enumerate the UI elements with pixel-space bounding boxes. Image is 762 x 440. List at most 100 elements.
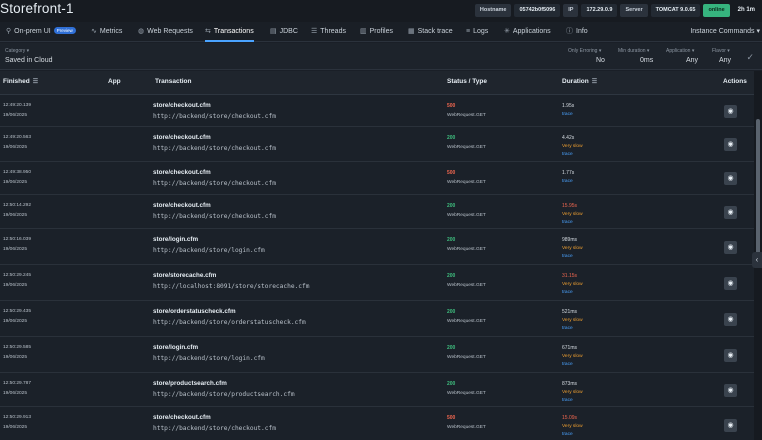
top-bar: Storefront-1 Hostname 05742b0f5096 IP 17… [0,0,762,22]
trace-link[interactable]: trace [562,112,573,117]
sort-icon: ☰ [591,79,598,85]
speed-badge: Very slow [562,212,583,217]
logs-icon: ≡ [466,28,471,35]
hostname-label: Hostname [474,4,512,17]
finished-time: 12:49:20.139 [3,103,32,108]
tab-info[interactable]: ⓘ Info [566,22,588,42]
duration-value: 31.15s [562,273,578,279]
finished-time: 12:50:29.585 [3,345,32,350]
request-type: WebRequest.GET [447,145,486,150]
table-row[interactable]: 12:50:29.787 19/06/2025 store/productsearc… [0,373,754,407]
finished-time: 12:50:16.039 [3,237,32,242]
transaction-url: http://backend/store/checkout.cfm [153,425,276,432]
column-status-type: Status / Type [447,78,487,85]
view-icon[interactable]: ◉ [724,384,737,397]
stack-icon: ▦ [408,28,415,35]
trace-link[interactable]: trace [562,254,573,259]
server-label: Server [620,4,648,17]
view-icon[interactable]: ◉ [724,419,737,432]
erroring-filter-label: Only Erroring ▾ [568,48,602,54]
ip-label: IP [563,4,579,17]
speed-badge: Very slow [562,318,583,323]
nav-bar: ⚲ On-prem UI Preview ∿ Metrics ◍ Web Request… [0,22,762,42]
status-code: 200 [447,203,456,209]
tab-on-prem-ui[interactable]: ⚲ On-prem UI Preview [6,22,76,42]
duration-value: 521ms [562,309,578,315]
chevron-down-icon: ▾ [756,28,760,35]
trace-link[interactable]: trace [562,290,573,295]
column-transaction: Transaction [155,78,192,85]
column-finished[interactable]: Finished ☰ [3,78,38,85]
tab-profiles[interactable]: ▥ Profiles [360,22,393,42]
flavor-filter-label: Flavor ▾ [712,48,730,54]
category-filter-label: Category ▾ [5,48,30,54]
transactions-icon: ⇆ [205,28,211,35]
view-icon[interactable]: ◉ [724,138,737,151]
transaction-url: http://backend/store/login.cfm [153,247,265,254]
status-code: 200 [447,237,456,243]
table-row[interactable]: 12:49:20.563 19/06/2025 store/checkout.cfm… [0,127,754,162]
info-icon: ⓘ [566,28,573,35]
server-value: TOMCAT 9.0.65 [650,4,701,17]
duration-value: 1.95s [562,103,575,109]
finished-time: 12:50:29.913 [3,415,32,420]
tab-label: Threads [320,28,346,35]
table-row[interactable]: 12:50:29.435 19/06/2025 store/orderstatusc… [0,301,754,337]
speed-badge: Very slow [562,282,583,287]
status-code: 200 [447,381,456,387]
application-filter[interactable]: Any [686,57,698,64]
table-row[interactable]: 12:50:14.292 19/06/2025 store/checkout.cfm… [0,195,754,229]
table-row[interactable]: 12:50:29.245 19/06/2025 store/storecache.c… [0,265,754,301]
table-row[interactable]: 12:50:16.039 19/06/2025 store/login.cfm htt… [0,229,754,265]
tab-stack-trace[interactable]: ▦ Stack trace [408,22,453,42]
view-icon[interactable]: ◉ [724,206,737,219]
view-icon[interactable]: ◉ [724,241,737,254]
tab-jdbc[interactable]: ▤ JDBC [270,22,298,42]
sort-icon: ☰ [32,79,39,85]
status-code: 200 [447,273,456,279]
tab-threads[interactable]: ☰ Threads [311,22,346,42]
trace-link[interactable]: trace [562,326,573,331]
tab-label: On-prem UI [14,28,51,35]
trace-link[interactable]: trace [562,152,573,157]
trace-link[interactable]: trace [562,362,573,367]
tab-label: Metrics [99,28,123,35]
table-row[interactable]: 12:49:20.139 19/06/2025 store/checkout.cfm… [0,95,754,127]
transaction-name: store/login.cfm [153,236,199,243]
tab-web-requests[interactable]: ◍ Web Requests [138,22,193,42]
tab-transactions[interactable]: ⇆ Transactions [205,22,254,42]
trace-link[interactable]: trace [562,220,573,225]
category-filter[interactable]: Saved in Cloud [5,57,52,64]
collapse-panel-button[interactable]: ‹ [752,252,762,268]
view-icon[interactable]: ◉ [724,349,737,362]
profiles-icon: ▥ [360,28,367,35]
finished-date: 19/06/2025 [3,213,28,218]
ip-value: 172.29.0.9 [581,4,618,17]
erroring-filter[interactable]: No [596,57,605,64]
trace-link[interactable]: trace [562,398,573,403]
duration-value: 873ms [562,381,578,387]
instance-commands-menu[interactable]: Instance Commands ▾ [690,22,760,42]
finished-time: 12:50:29.787 [3,381,32,386]
tab-metrics[interactable]: ∿ Metrics [91,22,122,42]
scrollbar-thumb[interactable] [756,119,760,259]
flavor-filter[interactable]: Any [719,57,731,64]
view-icon[interactable]: ◉ [724,313,737,326]
trace-link[interactable]: trace [562,179,573,184]
table-row[interactable]: 12:50:29.913 19/06/2025 store/checkout.cfm… [0,407,754,440]
view-icon[interactable]: ◉ [724,172,737,185]
tab-logs[interactable]: ≡ Logs [466,22,488,42]
tab-applications[interactable]: ✳ Applications [504,22,551,42]
view-icon[interactable]: ◉ [724,277,737,290]
chevron-left-icon: ‹ [755,255,759,264]
finished-time: 12:49:20.563 [3,135,32,140]
instance-info: Hostname 05742b0f5096 IP 172.29.0.9 Serv… [474,4,760,17]
min-duration-filter[interactable]: 0ms [640,57,653,64]
column-duration[interactable]: Duration ☰ [562,78,597,85]
table-row[interactable]: 12:50:29.585 19/06/2025 store/login.cfm htt… [0,337,754,373]
status-code: 500 [447,103,456,109]
check-icon[interactable]: ✓ [746,52,754,63]
view-icon[interactable]: ◉ [724,105,737,118]
trace-link[interactable]: trace [562,432,573,437]
table-row[interactable]: 12:49:38.950 19/06/2025 store/checkout.cfm… [0,162,754,195]
